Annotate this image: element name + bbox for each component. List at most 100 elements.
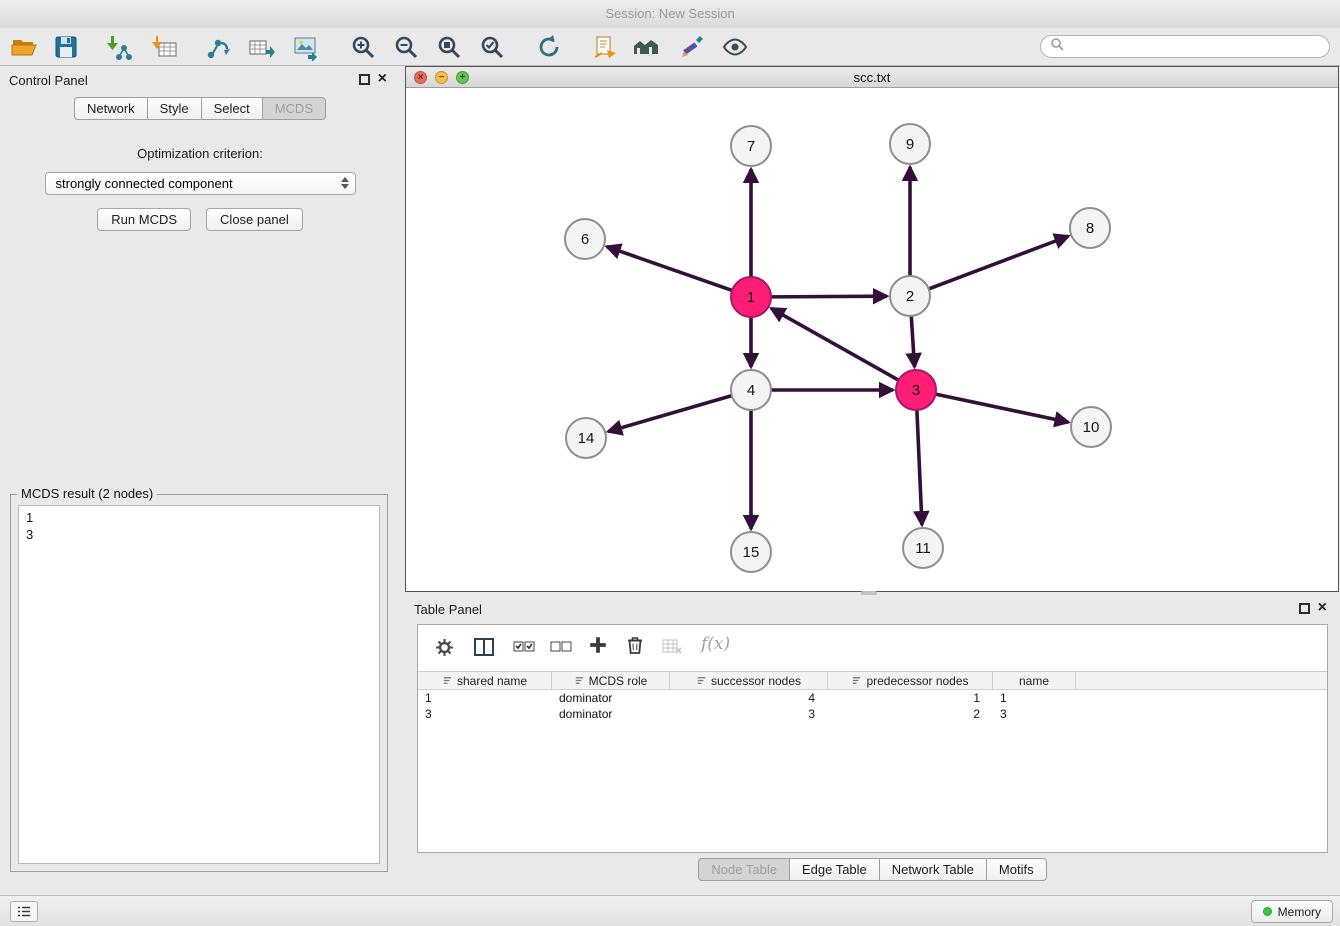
import-table-icon[interactable] [150,33,178,61]
tab-style[interactable]: Style [147,97,201,120]
table-cell: 1 [418,691,552,705]
control-panel-tabs: Network Style Select MCDS [0,97,400,120]
svg-text:11: 11 [915,540,931,557]
svg-text:9: 9 [906,136,914,153]
save-session-icon[interactable] [52,33,80,61]
graph-edge-4-14[interactable] [608,396,732,432]
search-input[interactable] [1069,38,1320,55]
memory-label: Memory [1278,905,1321,919]
refresh-layout-icon[interactable] [535,33,563,61]
window-minimize-icon[interactable]: − [435,71,448,84]
graph-edge-2-3[interactable] [911,316,914,367]
table-cell: 2 [828,707,993,721]
column-header-predecessor-nodes[interactable]: predecessor nodes [828,672,993,689]
graph-edge-2-8[interactable] [929,236,1069,289]
zoom-fit-icon[interactable] [435,33,463,61]
show-columns-icon[interactable] [474,638,494,656]
svg-text:14: 14 [578,430,595,447]
create-column-icon[interactable] [588,635,608,655]
graph-node-8[interactable]: 8 [1070,208,1110,248]
graph-edge-1-6[interactable] [607,247,732,291]
criterion-dropdown[interactable]: strongly connected component [45,172,356,195]
graph-node-2[interactable]: 2 [890,276,930,316]
column-header-successor-nodes[interactable]: successor nodes [670,672,828,689]
graph-node-14[interactable]: 14 [566,418,606,458]
table-cell: 1 [828,691,993,705]
graph-edge-3-1[interactable] [771,308,899,380]
table-cell: 3 [418,707,552,721]
table-settings-gear-icon[interactable] [435,638,454,657]
task-history-button[interactable] [10,901,38,922]
graph-edge-1-2[interactable] [771,296,887,297]
memory-button[interactable]: Memory [1251,900,1333,923]
close-panel-button[interactable]: Close panel [206,208,303,231]
show-hide-icon[interactable] [721,33,749,61]
mcds-result-title: MCDS result (2 nodes) [17,486,157,501]
tab-network[interactable]: Network [74,97,147,120]
svg-text:1: 1 [747,289,755,306]
list-icon [17,906,31,917]
column-header-name[interactable]: name [993,672,1076,689]
zoom-selected-icon[interactable] [478,33,506,61]
tab-network-table[interactable]: Network Table [879,858,986,881]
mcds-result-line: 3 [26,526,372,543]
select-all-columns-icon[interactable] [513,638,535,654]
graph-node-10[interactable]: 10 [1071,407,1111,447]
column-header-shared-name[interactable]: shared name [418,672,552,689]
search-field[interactable] [1040,35,1330,58]
annotation-icon[interactable] [678,33,706,61]
control-panel: Control Panel × Network Style Select MCD… [0,66,400,888]
graph-edge-3-11[interactable] [917,410,922,525]
table-cell: dominator [552,707,670,721]
apply-style-icon[interactable] [591,33,619,61]
graph-edge-3-10[interactable] [936,394,1069,422]
import-network-icon[interactable] [104,33,132,61]
graph-node-6[interactable]: 6 [565,219,605,259]
table-panel: Table Panel × [405,595,1340,888]
table-row[interactable]: 1dominator411 [418,690,1327,706]
export-table-icon[interactable] [247,33,275,61]
tab-select[interactable]: Select [201,97,262,120]
table-header-row: shared name MCDS role successor nodes pr… [418,671,1327,690]
window-zoom-icon[interactable]: + [456,71,469,84]
close-table-panel-icon[interactable]: × [1318,598,1327,618]
column-sort-icon [851,675,862,686]
graph-node-3[interactable]: 3 [896,370,936,410]
open-session-icon[interactable] [10,33,38,61]
zoom-in-icon[interactable] [349,33,377,61]
graph-node-4[interactable]: 4 [731,370,771,410]
graph-node-7[interactable]: 7 [731,126,771,166]
control-panel-title: Control Panel [9,73,88,88]
zoom-out-icon[interactable] [392,33,420,61]
export-image-icon[interactable] [291,33,319,61]
close-panel-icon[interactable]: × [378,69,387,89]
float-panel-icon[interactable] [359,74,370,85]
svg-text:7: 7 [747,138,755,155]
column-header-mcds-role[interactable]: MCDS role [552,672,670,689]
tab-mcds[interactable]: MCDS [262,97,326,120]
search-icon [1050,37,1064,56]
delete-column-icon[interactable] [626,635,644,655]
svg-text:10: 10 [1083,419,1100,436]
tab-motifs[interactable]: Motifs [986,858,1047,881]
tab-edge-table[interactable]: Edge Table [789,858,879,881]
float-table-panel-icon[interactable] [1299,603,1310,614]
network-overview-icon[interactable] [632,33,660,61]
svg-text:2: 2 [906,288,914,305]
node-table: f(x) shared name MCDS role successor nod… [417,624,1328,853]
window-close-icon[interactable]: × [414,71,427,84]
optimization-criterion-label: Optimization criterion: [0,146,400,161]
graph-node-15[interactable]: 15 [731,532,771,572]
network-canvas[interactable]: 7 9 6 8 1 2 4 3 14 10 15 11 [406,88,1338,591]
export-network-icon[interactable] [204,33,232,61]
run-mcds-button[interactable]: Run MCDS [97,208,191,231]
table-row[interactable]: 3dominator323 [418,706,1327,722]
graph-node-1[interactable]: 1 [731,277,771,317]
table-body: 1dominator4113dominator323 [418,690,1327,722]
unselect-all-columns-icon[interactable] [550,638,572,654]
graph-node-11[interactable]: 11 [903,528,943,568]
graph-node-9[interactable]: 9 [890,124,930,164]
tab-node-table[interactable]: Node Table [698,858,789,881]
dropdown-stepper-icon [341,177,349,189]
window-title: Session: New Session [605,6,734,21]
